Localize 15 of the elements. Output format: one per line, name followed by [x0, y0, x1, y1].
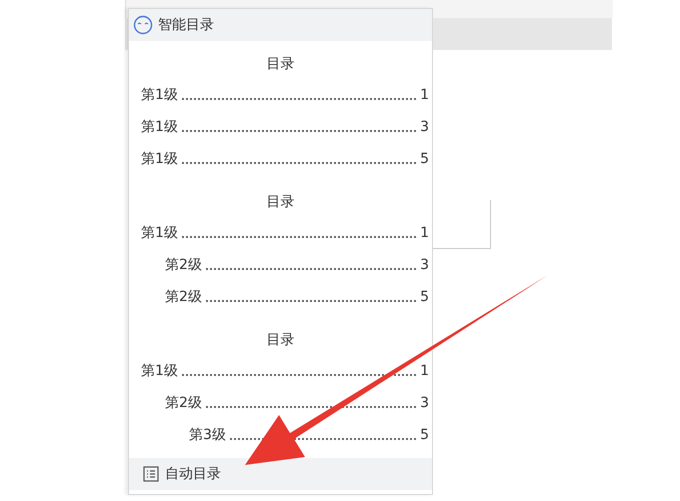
toc-entry: 第1级 5 [140, 150, 430, 169]
toc-heading: 目录 [266, 193, 294, 212]
toc-entry: 第2级 5 [164, 288, 430, 307]
toc-entry: 第1级 1 [140, 86, 430, 105]
toc-template[interactable]: 目录 第1级 1 第2级 3 第2级 5 [129, 187, 432, 313]
auto-toc-button[interactable]: 自动目录 [129, 458, 432, 490]
toc-heading: 目录 [266, 55, 294, 74]
toc-entry: 第2级 3 [164, 256, 430, 275]
toc-heading: 目录 [266, 331, 294, 350]
list-icon [143, 466, 159, 482]
toc-entry: 第1级 3 [140, 118, 430, 137]
face-icon [133, 15, 153, 35]
toc-template[interactable]: 目录 第1级 1 第1级 3 第1级 5 [129, 49, 432, 175]
menu-title: 智能目录 [158, 16, 214, 34]
toc-entry: 第1级 1 [140, 224, 430, 243]
